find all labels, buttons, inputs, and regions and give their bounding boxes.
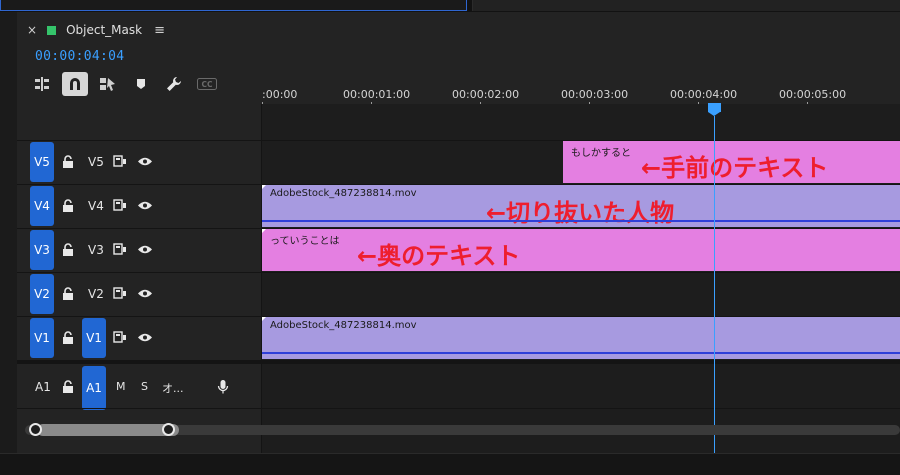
track-name-v3: V3 <box>88 243 104 257</box>
sequence-color-swatch <box>47 25 57 35</box>
scroll-handle-right[interactable] <box>162 423 175 436</box>
timeline-panel: × Object_Mask ≡ 00:00:04:04 CC:00:00 00… <box>17 12 900 453</box>
clip-v4-video[interactable]: AdobeStock_487238814.mov ←切り抜いた人物 <box>262 185 900 227</box>
clip-label: AdobeStock_487238814.mov <box>270 188 417 199</box>
clip-label: っていうことは <box>270 236 340 247</box>
lock-icon[interactable] <box>61 331 75 345</box>
sync-lock-icon[interactable] <box>113 331 127 343</box>
ruler-label: 00:00:04:00 <box>670 88 738 101</box>
insert-sequence-button[interactable] <box>29 72 55 96</box>
track-name-v5: V5 <box>88 155 104 169</box>
ruler-label: 00:00:02:00 <box>452 88 520 101</box>
track-target-v1[interactable]: V1 <box>30 318 54 358</box>
focused-panel-frame <box>0 0 467 11</box>
lock-icon[interactable] <box>61 155 75 169</box>
timeline-zoom-scrollbar[interactable] <box>25 423 900 437</box>
track-name-v4: V4 <box>88 199 104 213</box>
track-target-v4[interactable]: V4 <box>30 186 54 226</box>
captions-icon: CC <box>197 78 217 90</box>
lock-icon[interactable] <box>61 287 75 301</box>
eye-icon[interactable] <box>137 332 153 343</box>
row-separator <box>17 272 900 273</box>
ruler-label: 00:00:01:00 <box>343 88 411 101</box>
track-row-a1: A1 A1 M S オ... <box>17 360 900 412</box>
clip-start-notch <box>262 317 266 321</box>
microphone-icon[interactable] <box>217 379 229 395</box>
video-audio-divider <box>17 360 900 364</box>
lock-icon[interactable] <box>61 199 75 213</box>
linked-selection-button[interactable] <box>95 72 121 96</box>
snap-icon <box>70 78 80 90</box>
scroll-handle-left[interactable] <box>29 423 42 436</box>
clip-stripe <box>262 220 900 222</box>
scroll-thumb[interactable] <box>37 424 179 436</box>
sequence-name[interactable]: Object_Mask <box>66 23 142 37</box>
clip-v1-video[interactable]: AdobeStock_487238814.mov <box>262 317 900 359</box>
clip-start-notch <box>262 229 266 233</box>
clip-start-notch <box>262 185 266 189</box>
captions-label: CC <box>201 80 213 89</box>
adjacent-panel <box>472 0 900 11</box>
ruler-label: :00:00 <box>262 88 298 101</box>
eye-icon[interactable] <box>137 244 153 255</box>
track-target-v5[interactable]: V5 <box>30 142 54 182</box>
eye-icon[interactable] <box>137 200 153 211</box>
track-target-v3[interactable]: V3 <box>30 230 54 270</box>
panel-menu-icon[interactable]: ≡ <box>154 23 165 38</box>
solo-button[interactable]: S <box>141 380 148 393</box>
sync-lock-icon[interactable] <box>113 199 127 211</box>
source-patch-a1[interactable]: A1 <box>82 366 106 410</box>
timeline-settings-button[interactable] <box>161 72 187 96</box>
mute-button[interactable]: M <box>116 380 126 393</box>
close-tab-button[interactable]: × <box>27 23 37 37</box>
bottom-panel-strip <box>0 453 900 475</box>
sync-lock-icon[interactable] <box>113 243 127 255</box>
annotation-front-text: ←手前のテキスト <box>641 154 829 182</box>
playhead-timecode[interactable]: 00:00:04:04 <box>35 49 124 64</box>
add-marker-icon <box>137 79 145 89</box>
ruler-label: 00:00:03:00 <box>561 88 629 101</box>
top-panel-strip <box>0 0 900 12</box>
clip-label: もしかすると <box>571 148 631 159</box>
annotation-back-text: ←奥のテキスト <box>357 242 521 270</box>
clip-v5-text[interactable]: もしかすると ←手前のテキスト <box>563 141 900 183</box>
playhead-handle[interactable] <box>708 103 721 116</box>
add-marker-button[interactable] <box>128 72 154 96</box>
insert-sequence-icon <box>35 77 49 91</box>
clip-stripe <box>262 352 900 354</box>
sync-lock-icon[interactable] <box>113 155 127 167</box>
lock-icon[interactable] <box>61 243 75 257</box>
clip-v3-text[interactable]: っていうことは ←奥のテキスト <box>262 229 900 271</box>
clip-label: AdobeStock_487238814.mov <box>270 320 417 331</box>
track-row-v2: V2 V2 <box>17 272 900 316</box>
linked-selection-icon <box>100 78 115 91</box>
snap-button[interactable] <box>62 72 88 96</box>
eye-icon[interactable] <box>137 288 153 299</box>
ruler-label: 00:00:05:00 <box>779 88 847 101</box>
track-name-v2: V2 <box>88 287 104 301</box>
track-name-a1: オ... <box>162 382 184 395</box>
lock-icon[interactable] <box>61 380 75 394</box>
track-target-a1[interactable]: A1 <box>35 380 51 394</box>
wrench-icon <box>167 77 181 91</box>
playhead-line[interactable] <box>714 116 715 453</box>
row-separator <box>17 408 900 409</box>
source-patch-v1[interactable]: V1 <box>82 318 106 358</box>
timeline-toolbar: CC <box>29 72 227 96</box>
captions-button[interactable]: CC <box>194 72 220 96</box>
sequence-tab[interactable]: × Object_Mask ≡ <box>27 22 165 38</box>
sync-lock-icon[interactable] <box>113 287 127 299</box>
eye-icon[interactable] <box>137 156 153 167</box>
track-target-v2[interactable]: V2 <box>30 274 54 314</box>
